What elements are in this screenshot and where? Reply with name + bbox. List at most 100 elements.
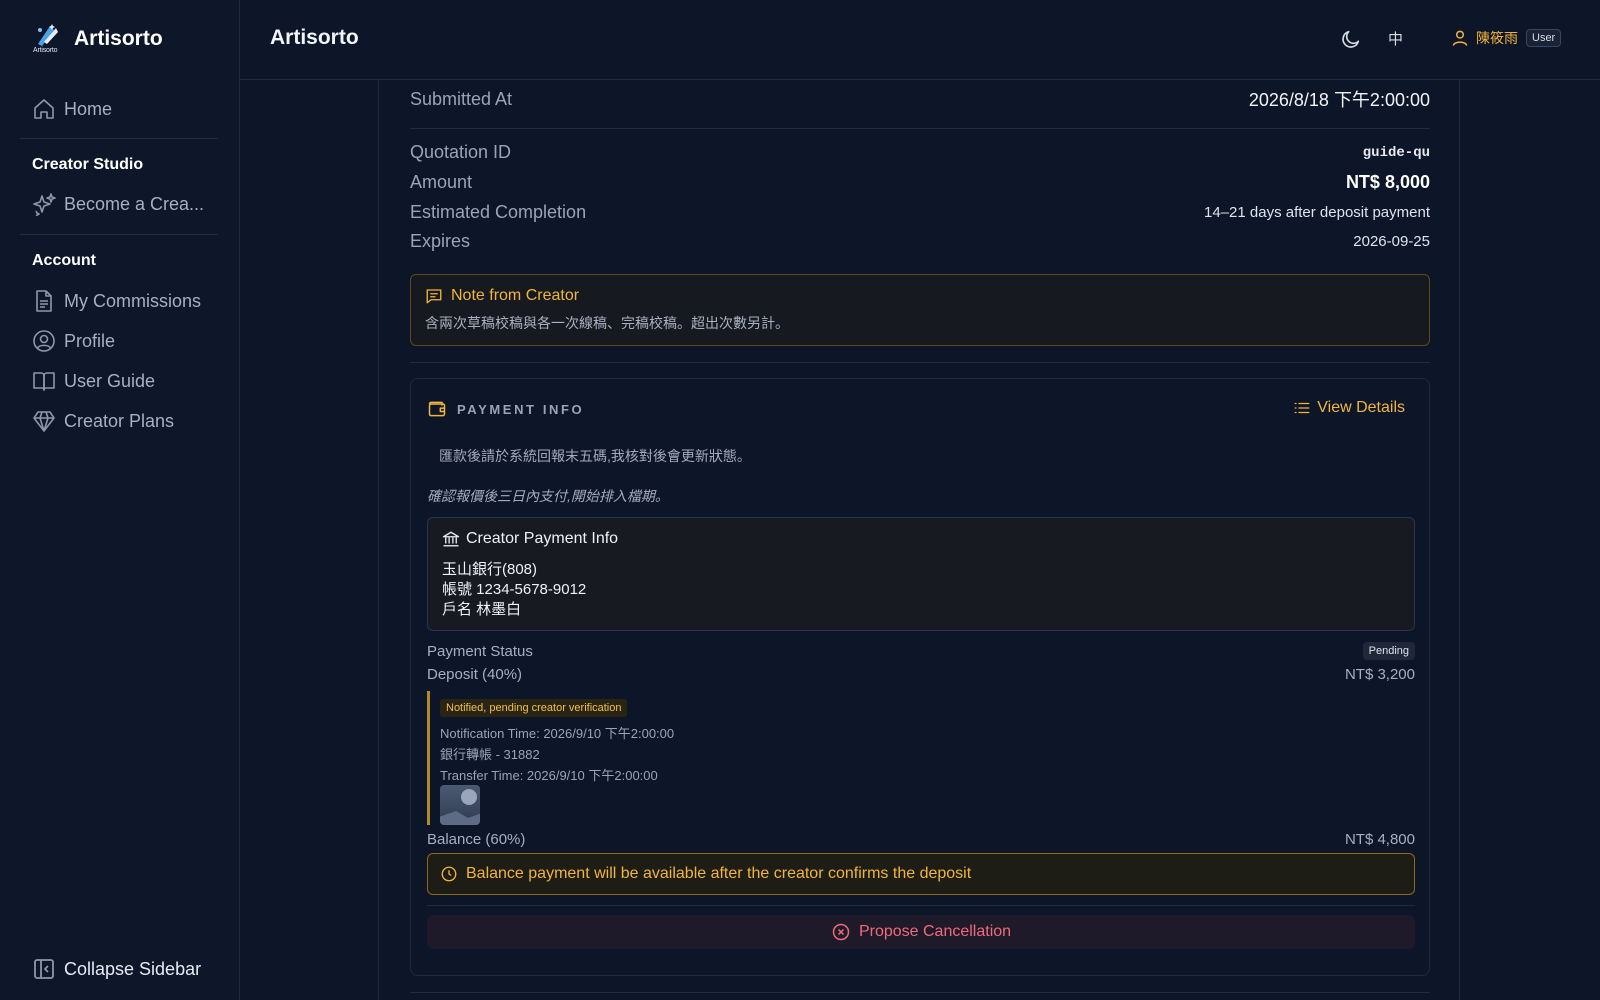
submitted-at-value: 2026/8/18 下午2:00:00 [1248,90,1430,110]
deposit-label: Deposit (40%) [427,666,523,683]
bank-icon [442,530,460,548]
payment-status-row: Payment Status Pending [427,642,1415,660]
payment-terms: 確認報價後三日內支付,開始排入檔期。 [427,488,669,504]
user-icon [1450,28,1470,48]
sidebar-item-profile[interactable]: Profile [32,327,115,355]
transfer-method: 銀行轉帳 - 31882 [440,747,540,762]
sidebar-item-creator-plans[interactable]: Creator Plans [32,407,174,435]
brand-logo: Artisorto [32,22,62,56]
sidebar-item-label: Creator Plans [64,410,175,431]
estimated-completion-label: Estimated Completion [410,202,587,222]
notification-time: Notification Time: 2026/9/10 下午2:00:00 [440,726,675,741]
home-icon [32,97,56,121]
creator-payment-info-title: Creator Payment Info [442,530,618,548]
sidebar-item-become-creator[interactable]: Become a Crea... [32,190,204,218]
top-header: Artisorto 中 陳筱雨 User [240,0,1600,80]
user-role-badge: User [1526,29,1562,47]
theme-toggle-moon-icon[interactable] [1340,28,1362,50]
creator-note-text: 含兩次草稿校稿與各一次線稿、完稿校稿。超出次數另計。 [425,315,789,331]
transfer-receipt-thumbnail[interactable] [440,785,480,825]
x-circle-icon [831,922,851,942]
creator-note-title: Note from Creator [425,287,579,305]
sidebar-divider [20,234,218,235]
sidebar-item-user-guide[interactable]: User Guide [32,367,155,395]
image-placeholder-sun [461,789,477,805]
deposit-notification-detail: Notified, pending creator verification N… [427,691,827,825]
view-details-button[interactable]: View Details [1293,399,1405,417]
clock-icon [440,865,458,883]
brand-logo-text: Artisorto [33,47,58,54]
language-switch-button[interactable]: 中 [1388,28,1403,49]
balance-row: Balance (60%) NT$ 4,800 [427,831,1415,848]
bank-name: 玉山銀行(808) [442,561,538,578]
deposit-row: Deposit (40%) NT$ 3,200 [427,666,1415,683]
sidebar-divider [20,138,218,139]
user-name: 陳筱雨 [1476,30,1518,46]
submitted-at-label: Submitted At [410,88,513,109]
payment-info-header: PAYMENT INFO [427,399,584,419]
expires-label: Expires [410,231,471,251]
deposit-value: NT$ 3,200 [1344,666,1415,683]
user-circle-icon [32,329,56,353]
payment-info-heading: PAYMENT INFO [457,401,585,417]
balance-value: NT$ 4,800 [1344,831,1415,848]
propose-cancellation-button[interactable]: Propose Cancellation [427,915,1415,949]
user-menu-button[interactable]: 陳筱雨 User [1450,28,1562,48]
sparkles-icon [32,192,56,216]
payment-info-card: PAYMENT INFO View Details 匯款後請於系統回報末五碼,我… [410,378,1430,976]
amount-row: Amount NT$ 8,000 [410,172,1430,193]
sidebar-item-label: My Commissions [64,290,202,311]
propose-cancellation-label: Propose Cancellation [858,923,1012,940]
divider [410,362,1430,363]
divider [410,128,1430,129]
section-heading-creator-studio: Creator Studio [32,156,144,173]
transfer-time: Transfer Time: 2026/9/10 下午2:00:00 [440,768,658,783]
quotation-id-label: Quotation ID [410,142,512,162]
list-icon [1293,399,1311,417]
bank-account-number: 帳號 1234-5678-9012 [442,581,587,598]
submitted-at-row: Submitted At 2026/8/18 下午2:00:00 [410,86,1430,112]
gem-icon [32,409,56,433]
image-placeholder-hill [440,811,480,825]
estimated-completion-value: 14–21 days after deposit payment [1204,204,1430,221]
sidebar-item-label: User Guide [64,370,156,391]
balance-availability-notice: Balance payment will be available after … [427,853,1415,895]
expires-row: Expires 2026-09-25 [410,231,1430,252]
page-title: Artisorto [270,26,359,49]
sidebar-item-my-commissions[interactable]: My Commissions [32,287,201,315]
deposit-status-badge: Notified, pending creator verification [440,699,628,717]
status-badge: Pending [1362,642,1415,660]
divider [410,992,1430,993]
quotation-id-value: guide-qu [1362,144,1430,161]
amount-label: Amount [410,172,473,192]
balance-label: Balance (60%) [427,831,526,848]
panel-left-close-icon [32,957,56,981]
payment-instruction: 匯款後請於系統回報末五碼,我核對後會更新狀態。 [439,448,751,464]
payment-status-label: Payment Status [427,642,533,660]
divider [427,905,1415,906]
brand[interactable]: Artisorto Artisorto [32,22,163,56]
collapse-sidebar-button[interactable]: Collapse Sidebar [32,955,201,983]
brand-name: Artisorto [74,27,163,50]
book-open-icon [32,369,56,393]
amount-value: NT$ 8,000 [1345,172,1430,192]
bank-account-holder: 戶名 林墨白 [442,601,522,618]
sidebar-item-label: Collapse Sidebar [64,958,202,979]
quotation-id-row: Quotation ID guide-qu [410,142,1430,163]
sidebar-item-label: Home [64,98,113,119]
section-heading-account: Account [32,252,96,269]
balance-availability-text: Balance payment will be available after … [466,865,972,882]
estimated-completion-row: Estimated Completion 14–21 days after de… [410,202,1430,223]
creator-note-box: Note from Creator 含兩次草稿校稿與各一次線稿、完稿校稿。超出次… [410,274,1430,346]
message-icon [425,287,443,305]
view-details-label: View Details [1317,399,1405,416]
expires-value: 2026-09-25 [1353,233,1430,250]
wallet-icon [427,399,447,419]
sidebar-item-label: Profile [64,330,116,351]
creator-note-title-text: Note from Creator [451,287,580,304]
document-icon [32,289,56,313]
sidebar-item-home[interactable]: Home [32,95,112,123]
sidebar: Artisorto Artisorto Home Creator Studio … [0,0,240,1000]
creator-payment-info-box: Creator Payment Info 玉山銀行(808) 帳號 1234-5… [427,517,1415,631]
creator-payment-info-title-text: Creator Payment Info [466,530,619,547]
